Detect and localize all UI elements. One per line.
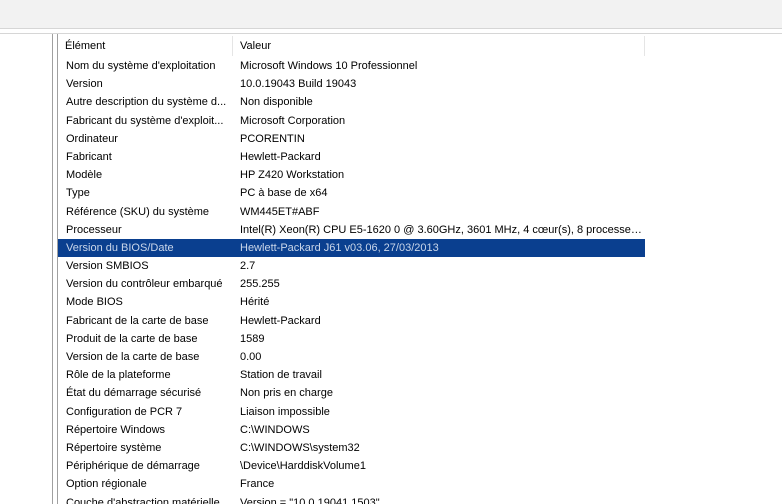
table-row[interactable]: Fabricant Hewlett-Packard xyxy=(58,148,645,166)
table-row[interactable]: Version 10.0.19043 Build 19043 xyxy=(58,75,645,93)
table-row[interactable]: Type PC à base de x64 xyxy=(58,184,645,202)
row-value-cell: Version = "10.0.19041.1503" xyxy=(240,496,380,504)
table-row[interactable]: Version du BIOS/Date Hewlett-Packard J61 … xyxy=(58,238,645,258)
row-value-cell: Microsoft Corporation xyxy=(240,114,346,127)
row-element-cell: Fabricant du système d'exploit... xyxy=(66,114,224,127)
row-element-cell: État du démarrage sécurisé xyxy=(66,387,202,400)
table-row[interactable]: Option régionale France xyxy=(58,475,645,493)
row-value-cell: Hewlett-Packard xyxy=(240,314,321,327)
row-value-cell: Hérité xyxy=(240,296,270,309)
row-value-cell: 255.255 xyxy=(240,278,280,291)
row-value-cell: Non disponible xyxy=(240,96,313,109)
category-tree-pane[interactable] xyxy=(0,34,52,504)
row-element-cell: Version du contrôleur embarqué xyxy=(66,278,223,291)
table-row[interactable]: Nom du système d'exploitation Microsoft W… xyxy=(58,57,645,75)
row-element-cell: Configuration de PCR 7 xyxy=(66,405,183,418)
table-row[interactable]: Produit de la carte de base 1589 xyxy=(58,330,645,348)
table-row[interactable]: État du démarrage sécurisé Non pris en ch… xyxy=(58,384,645,402)
row-element-cell: Rôle de la plateforme xyxy=(66,369,171,382)
table-row[interactable]: Version du contrôleur embarqué 255.255 xyxy=(58,275,645,293)
table-row[interactable]: Fabricant du système d'exploit... Microso… xyxy=(58,112,645,130)
row-value-cell: Microsoft Windows 10 Professionnel xyxy=(240,60,418,72)
table-row[interactable]: Version de la carte de base 0.00 xyxy=(58,348,645,366)
table-row[interactable]: Autre description du système d... Non dis… xyxy=(58,93,645,111)
row-value-cell: PCORENTIN xyxy=(240,132,305,145)
row-element-cell: Référence (SKU) du système xyxy=(66,205,210,218)
table-row[interactable]: Répertoire système C:\WINDOWS\system32 xyxy=(58,439,645,457)
table-row[interactable]: Processeur Intel(R) Xeon(R) CPU E5-1620 0… xyxy=(58,221,645,239)
row-element-cell: Répertoire système xyxy=(66,441,162,454)
table-row[interactable]: Périphérique de démarrage \Device\Harddis… xyxy=(58,457,645,475)
system-summary-list: Élément Valeur Nom du système d'exploita… xyxy=(58,34,782,504)
row-value-cell: 10.0.19043 Build 19043 xyxy=(240,78,357,91)
row-element-cell: Répertoire Windows xyxy=(66,423,166,436)
row-element-cell: Version de la carte de base xyxy=(66,351,200,363)
row-element-cell: Type xyxy=(66,187,90,200)
row-value-cell: France xyxy=(240,478,275,491)
row-value-cell: C:\WINDOWS xyxy=(240,423,310,436)
row-element-cell: Version xyxy=(66,78,103,91)
table-row[interactable]: Modèle HP Z420 Workstation xyxy=(58,166,645,184)
table-row[interactable]: Fabricant de la carte de base Hewlett-Pac… xyxy=(58,312,645,330)
table-row[interactable]: Mode BIOS Hérité xyxy=(58,293,645,311)
row-element-cell: Processeur xyxy=(66,223,122,236)
row-element-cell: Ordinateur xyxy=(66,132,118,145)
row-value-cell: PC à base de x64 xyxy=(240,187,328,200)
row-element-cell: Version SMBIOS xyxy=(66,260,149,273)
row-value-cell: HP Z420 Workstation xyxy=(240,169,345,182)
row-element-cell: Version du BIOS/Date xyxy=(66,241,174,254)
row-value-cell: Non pris en charge xyxy=(240,387,333,400)
row-value-cell: Hewlett-Packard xyxy=(240,150,321,163)
table-row[interactable]: Ordinateur PCORENTIN xyxy=(58,130,645,148)
row-element-cell: Périphérique de démarrage xyxy=(66,460,200,473)
table-row[interactable]: Référence (SKU) du système WM445ET#ABF xyxy=(58,203,645,221)
row-value-cell: 1589 xyxy=(240,332,265,345)
row-element-cell: Fabricant de la carte de base xyxy=(66,314,209,327)
table-row[interactable]: Configuration de PCR 7 Liaison impossible xyxy=(58,403,645,421)
column-header-value[interactable]: Valeur xyxy=(233,36,645,56)
row-element-cell: Nom du système d'exploitation xyxy=(66,60,216,72)
list-rows: Nom du système d'exploitation Microsoft W… xyxy=(58,57,782,504)
row-value-cell: Liaison impossible xyxy=(240,405,330,418)
row-element-cell: Autre description du système d... xyxy=(66,96,227,109)
row-value-cell: WM445ET#ABF xyxy=(240,205,320,218)
list-header: Élément Valeur xyxy=(58,36,782,56)
row-element-cell: Option régionale xyxy=(66,478,147,491)
row-value-cell: 2.7 xyxy=(240,260,256,273)
row-element-cell: Modèle xyxy=(66,169,103,182)
table-row[interactable]: Rôle de la plateforme Station de travail xyxy=(58,366,645,384)
table-row[interactable]: Version SMBIOS 2.7 xyxy=(58,257,645,275)
row-element-cell: Couche d'abstraction matérielle xyxy=(66,496,220,504)
row-element-cell: Produit de la carte de base xyxy=(66,332,198,345)
row-value-cell: 0.00 xyxy=(240,351,262,363)
row-value-cell: Intel(R) Xeon(R) CPU E5-1620 0 @ 3.60GHz… xyxy=(240,223,644,236)
row-value-cell: Hewlett-Packard J61 v03.06, 27/03/2013 xyxy=(240,241,439,254)
column-header-element[interactable]: Élément xyxy=(58,36,233,56)
table-row[interactable]: Couche d'abstraction matérielle Version =… xyxy=(58,494,645,504)
row-element-cell: Mode BIOS xyxy=(66,296,123,309)
toolbar-area xyxy=(0,0,782,28)
table-row[interactable]: Répertoire Windows C:\WINDOWS xyxy=(58,421,645,439)
row-value-cell: C:\WINDOWS\system32 xyxy=(240,441,360,454)
row-value-cell: \Device\HarddiskVolume1 xyxy=(240,460,366,473)
row-element-cell: Fabricant xyxy=(66,150,112,163)
row-value-cell: Station de travail xyxy=(240,369,322,382)
